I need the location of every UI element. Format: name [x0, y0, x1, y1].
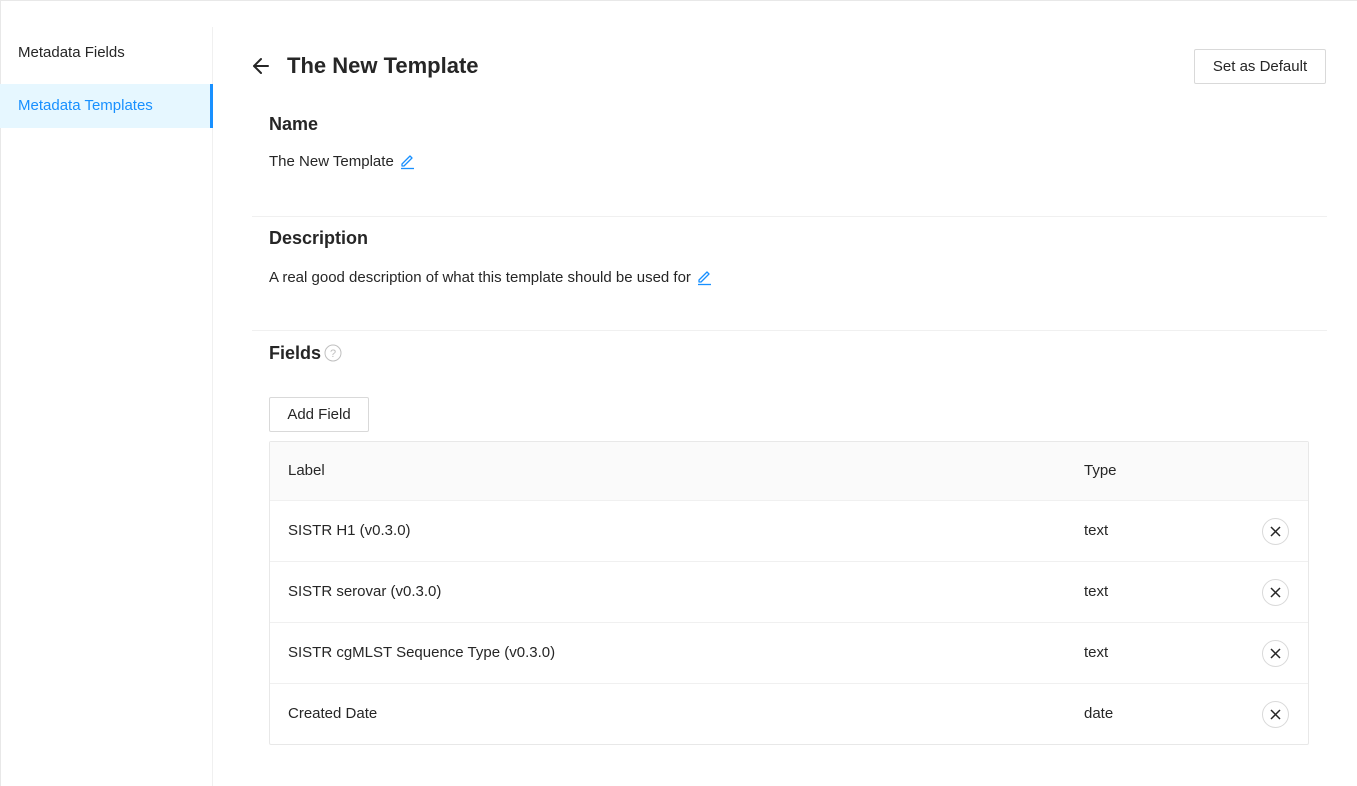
row-label: SISTR serovar (v0.3.0)	[288, 583, 442, 600]
remove-field-button[interactable]	[1262, 579, 1289, 606]
close-icon	[1270, 709, 1281, 720]
close-icon	[1270, 648, 1281, 659]
table-header: Label Type	[270, 442, 1308, 501]
remove-field-button[interactable]	[1262, 640, 1289, 667]
page-title: The New Template	[287, 53, 479, 78]
arrow-left-icon[interactable]	[252, 55, 270, 77]
table-row: SISTR H1 (v0.3.0) text	[270, 501, 1308, 562]
row-type: date	[1084, 705, 1114, 722]
sidebar-item-metadata-templates[interactable]: Metadata Templates	[0, 84, 213, 128]
row-type: text	[1084, 522, 1109, 539]
column-header-type: Type	[1084, 462, 1117, 479]
row-label: SISTR H1 (v0.3.0)	[288, 522, 411, 539]
row-label: Created Date	[288, 705, 378, 722]
pencil-icon[interactable]	[399, 152, 415, 170]
main-content: The New Template Set as Default Name The…	[252, 0, 1327, 786]
row-label: SISTR cgMLST Sequence Type (v0.3.0)	[288, 644, 556, 661]
sidebar-menu: Metadata Fields Metadata Templates	[0, 27, 213, 786]
add-field-button[interactable]: Add Field	[269, 397, 369, 432]
svg-text:?: ?	[330, 348, 336, 360]
description-value: A real good description of what this tem…	[269, 268, 712, 286]
name-value: The New Template	[269, 152, 415, 170]
name-text: The New Template	[269, 152, 394, 170]
description-text: A real good description of what this tem…	[269, 268, 691, 286]
name-heading: Name	[269, 114, 319, 134]
set-as-default-button[interactable]: Set as Default	[1194, 49, 1326, 84]
remove-field-button[interactable]	[1262, 518, 1289, 545]
name-section: Name The New Template	[252, 100, 1327, 217]
description-section: Description A real good description of w…	[252, 217, 1327, 331]
pencil-icon[interactable]	[696, 268, 712, 286]
fields-table: Label Type SISTR H1 (v0.3.0) text SISTR …	[269, 441, 1309, 745]
close-icon	[1270, 526, 1281, 537]
table-row: Created Date date	[270, 684, 1308, 744]
remove-field-button[interactable]	[1262, 701, 1289, 728]
row-type: text	[1084, 644, 1109, 661]
fields-section: Fields ? Add Field Label Type SISTR H1 (…	[252, 331, 1327, 786]
table-row: SISTR serovar (v0.3.0) text	[270, 562, 1308, 623]
fields-heading: Fields	[269, 343, 322, 363]
table-row: SISTR cgMLST Sequence Type (v0.3.0) text	[270, 623, 1308, 684]
description-heading: Description	[269, 228, 369, 248]
column-header-label: Label	[288, 462, 325, 479]
close-icon	[1270, 587, 1281, 598]
question-circle-icon[interactable]: ?	[324, 344, 342, 362]
sidebar-item-metadata-fields[interactable]: Metadata Fields	[0, 31, 212, 75]
row-type: text	[1084, 583, 1109, 600]
